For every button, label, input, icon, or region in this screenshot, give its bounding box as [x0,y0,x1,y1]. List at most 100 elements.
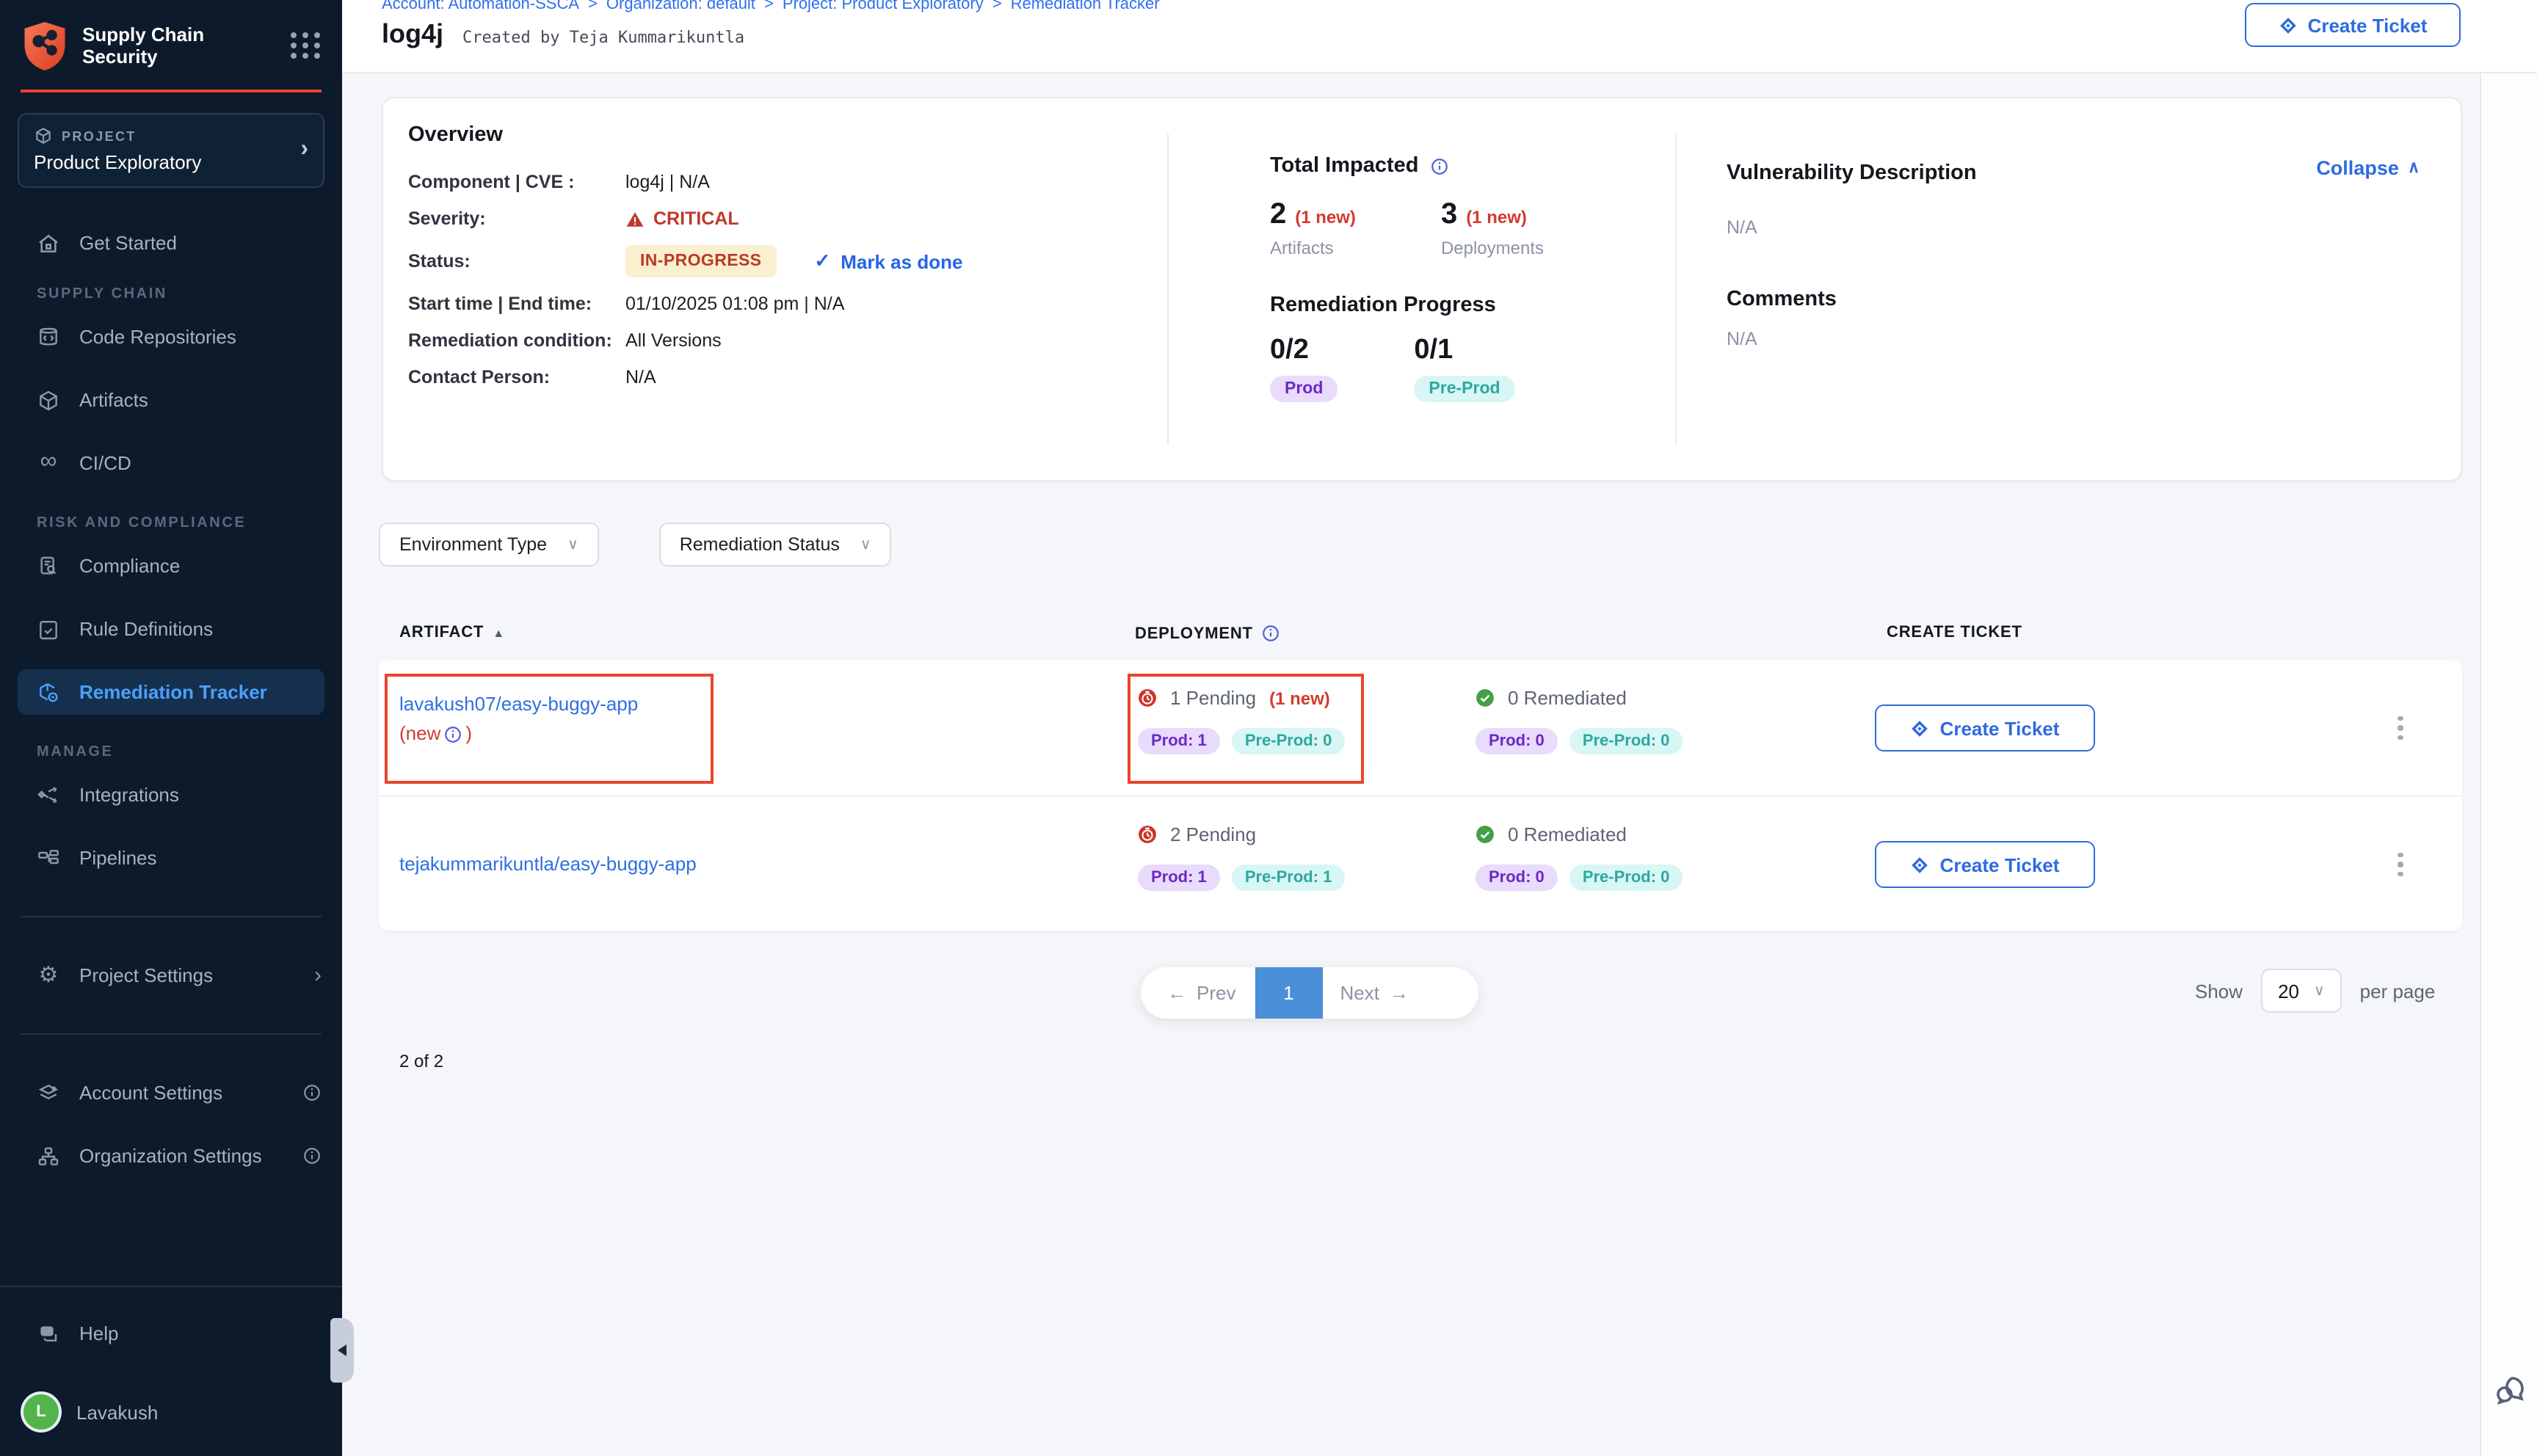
sidebar-item-rule-definitions[interactable]: Rule Definitions [0,606,342,652]
sidebar-item-get-started[interactable]: Get Started [0,220,342,266]
column-header-deployment: DEPLOYMENT [1135,624,1281,643]
prod-count-badge: Prod: 0 [1476,728,1558,754]
sidebar-nav: Get Started SUPPLY CHAIN Code Repositori… [0,188,342,1179]
preprod-count-badge: Pre-Prod: 0 [1569,864,1683,891]
card-divider [1167,134,1169,445]
code-repo-icon [37,325,60,349]
info-icon[interactable] [1431,156,1450,175]
brand-divider [21,90,322,92]
pending-icon [1138,688,1157,707]
sidebar-item-compliance[interactable]: Compliance [0,543,342,589]
breadcrumb-current[interactable]: Remediation Tracker [1011,0,1160,13]
component-cve-label: Component | CVE : [408,172,625,192]
deployments-new-count: (1 new) [1466,207,1527,228]
sidebar-item-remediation-tracker[interactable]: Remediation Tracker [18,669,324,715]
info-icon[interactable] [443,724,462,743]
ticket-diamond-icon [1911,718,1930,738]
nav-divider [21,916,322,917]
artifact-link[interactable]: lavakush07/easy-buggy-app [399,690,638,719]
deployment-cell: 2 Pending Prod: 1 Pre-Prod: 1 [1138,823,1345,891]
results-count: 2 of 2 [399,1051,443,1071]
ticket-diamond-icon [2279,15,2298,34]
sidebar-item-label: Get Started [79,232,177,254]
breadcrumb-separator: > [992,0,1002,13]
remediation-status-dropdown[interactable]: Remediation Status ∨ [659,523,892,567]
info-icon[interactable] [302,1146,322,1165]
pending-count: 1 Pending [1170,687,1256,709]
sidebar-item-project-settings[interactable]: ⚙ Project Settings › [0,953,342,998]
row-menu-kebab[interactable] [2386,845,2415,884]
sidebar-item-cicd[interactable]: ∞ CI/CD [0,440,342,486]
deployments-label: Deployments [1441,238,1544,258]
create-ticket-button-row[interactable]: Create Ticket [1875,705,2095,751]
card-divider [1675,134,1677,445]
collapse-arrow-icon [338,1344,346,1356]
status-badge: IN-PROGRESS [625,245,776,277]
breadcrumb-project[interactable]: Project: Product Exploratory [783,0,984,13]
sidebar-item-pipelines[interactable]: Pipelines [0,835,342,881]
created-by-text: Created by Teja Kummarikuntla [462,28,744,47]
info-icon[interactable] [302,1083,322,1102]
project-name: Product Exploratory [34,151,300,173]
breadcrumb-account[interactable]: Account: Automation-SSCA [382,0,579,13]
time-label: Start time | End time: [408,294,625,314]
support-chat-icon[interactable] [2493,1372,2528,1408]
page-size-dropdown[interactable]: 20 ∨ [2260,969,2342,1013]
prev-page-button[interactable]: ← Prev [1167,982,1235,1004]
column-header-artifact[interactable]: ARTIFACT ▲ [399,624,505,641]
preprod-progress: 0/1 Pre-Prod [1414,335,1514,402]
sidebar-item-code-repositories[interactable]: Code Repositories [0,314,342,360]
total-impacted-section: Total Impacted 2(1 new) Artifacts 3(1 ne… [1270,154,1652,402]
user-name: Lavakush [76,1401,158,1423]
create-ticket-button-top[interactable]: Create Ticket [2245,3,2461,47]
remediation-progress-title: Remediation Progress [1270,294,1652,317]
deployment-cell: 1 Pending (1 new) Prod: 1 Pre-Prod: 0 [1138,687,1345,754]
environment-type-dropdown[interactable]: Environment Type ∨ [379,523,599,567]
sidebar-item-organization-settings[interactable]: Organization Settings [0,1133,342,1179]
info-icon[interactable] [1262,624,1281,643]
show-label: Show [2195,980,2243,1002]
share-nodes-icon [37,783,60,807]
create-ticket-label: Create Ticket [2308,14,2428,36]
prod-badge: Prod [1270,376,1338,402]
prod-count-badge: Prod: 1 [1138,728,1220,754]
artifact-link[interactable]: tejakummarikuntla/easy-buggy-app [399,850,697,879]
deployments-count: 3 [1441,198,1457,232]
prod-count-badge: Prod: 1 [1138,864,1220,891]
vulnerability-description-title: Vulnerability Description [1727,161,2417,185]
gear-icon: ⚙ [37,964,60,987]
infinity-icon: ∞ [37,451,60,475]
avatar: L [23,1394,59,1430]
nav-section-manage: MANAGE [0,744,342,760]
sidebar-item-artifacts[interactable]: Artifacts [0,377,342,423]
pipelines-icon [37,846,60,870]
page-number-active[interactable]: 1 [1255,967,1322,1019]
app-switcher-icon[interactable] [291,32,322,59]
sidebar-item-help[interactable]: ? Help [0,1311,342,1356]
project-selector[interactable]: PROJECT Product Exploratory › [18,113,324,188]
home-icon [37,231,60,255]
per-page-label: per page [2360,980,2436,1002]
create-ticket-button-row[interactable]: Create Ticket [1875,841,2095,888]
mark-as-done-button[interactable]: ✓ Mark as done [814,250,962,273]
remediated-count: 0 Remediated [1508,823,1627,845]
breadcrumb-organization[interactable]: Organization: default [606,0,755,13]
nav-section-supply-chain: SUPPLY CHAIN [0,286,342,302]
remediated-count: 0 Remediated [1508,687,1627,709]
app-logo: Supply Chain Security [0,0,342,90]
sidebar-item-account-settings[interactable]: Account Settings [0,1070,342,1115]
overview-card: Overview Component | CVE : log4j | N/A S… [382,97,2462,481]
main-content: Overview Component | CVE : log4j | N/A S… [342,73,2480,1456]
row-menu-kebab[interactable] [2386,709,2415,747]
sidebar: Supply Chain Security PROJECT Product Ex… [0,0,342,1456]
chevron-down-icon: ∨ [860,536,871,553]
sidebar-collapse-handle[interactable] [330,1318,354,1383]
table-row: lavakush07/easy-buggy-app (new ) 1 Pendi… [379,660,2462,796]
sidebar-item-label: Help [79,1322,119,1344]
user-menu[interactable]: L Lavakush [0,1394,342,1430]
artifact-new-flag: (new ) [399,719,638,749]
collapse-button[interactable]: Collapse ∨ [2316,157,2420,179]
app-title: Supply Chain Security [82,19,223,68]
next-page-button[interactable]: Next → [1340,982,1408,1004]
sidebar-item-integrations[interactable]: Integrations [0,772,342,818]
